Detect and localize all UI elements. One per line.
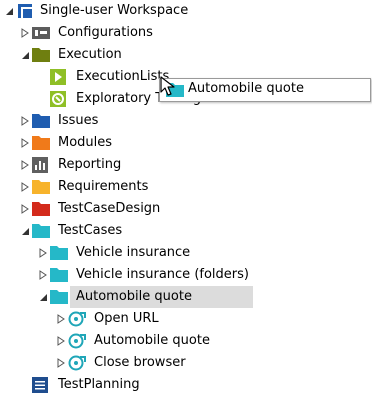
- tree-node-automobile-quote-step[interactable]: Automobile quote: [0, 330, 372, 352]
- tree-node-label: Reporting: [58, 157, 122, 172]
- tree-node-testplanning[interactable]: TestPlanning: [0, 374, 372, 396]
- tree-node-label: Vehicle insurance (folders): [76, 267, 249, 282]
- workspace-tree: Single-user Workspace Configurations Exe…: [0, 0, 372, 396]
- testplanning-icon: [32, 377, 48, 393]
- tree-node-label: Vehicle insurance: [76, 245, 191, 260]
- folder-icon: [50, 268, 68, 282]
- chevron-expanded-icon[interactable]: [4, 6, 14, 16]
- tree-node-reporting[interactable]: Reporting: [0, 154, 372, 176]
- folder-icon: [32, 48, 50, 62]
- chevron-right-icon[interactable]: [20, 204, 30, 214]
- chevron-right-icon[interactable]: [20, 138, 30, 148]
- chevron-expanded-icon[interactable]: [38, 292, 48, 302]
- tree-node-label: Issues: [58, 113, 99, 128]
- tree-node-label: TestCaseDesign: [58, 201, 161, 216]
- chevron-right-icon[interactable]: [38, 270, 48, 280]
- testcase-icon: [68, 355, 86, 371]
- folder-icon: [32, 224, 50, 238]
- folder-icon: [32, 136, 50, 150]
- folder-icon: [50, 246, 68, 260]
- folder-icon: [32, 180, 50, 194]
- tree-node-close-browser[interactable]: Close browser: [0, 352, 372, 374]
- tree-node-automobile-quote[interactable]: Automobile quote: [0, 286, 372, 308]
- tree-node-workspace[interactable]: Single-user Workspace: [0, 0, 372, 22]
- tree-node-testcases[interactable]: TestCases: [0, 220, 372, 242]
- configurations-icon: [32, 27, 50, 39]
- chevron-right-icon[interactable]: [20, 160, 30, 170]
- exploratory-testing-icon: [50, 91, 66, 107]
- chevron-expanded-icon[interactable]: [20, 50, 30, 60]
- tree-node-label: Automobile quote: [94, 333, 210, 348]
- tree-node-testcasedesign[interactable]: TestCaseDesign: [0, 198, 372, 220]
- chevron-right-icon[interactable]: [56, 314, 66, 324]
- execution-list-icon: [50, 69, 66, 85]
- tree-node-configurations[interactable]: Configurations: [0, 22, 372, 44]
- tree-node-vehicle-insurance-folders[interactable]: Vehicle insurance (folders): [0, 264, 372, 286]
- tree-node-label: TestPlanning: [58, 377, 140, 392]
- mouse-cursor-icon: [160, 76, 175, 96]
- chevron-right-icon[interactable]: [56, 336, 66, 346]
- chevron-right-icon[interactable]: [38, 248, 48, 258]
- reporting-icon: [32, 157, 48, 173]
- testcase-icon: [68, 311, 86, 327]
- testcase-icon: [68, 333, 86, 349]
- tree-node-label: Configurations: [58, 25, 153, 40]
- tree-node-execution[interactable]: Execution: [0, 44, 372, 66]
- folder-icon: [50, 290, 68, 304]
- tree-node-label: Requirements: [58, 179, 149, 194]
- tree-node-label: TestCases: [58, 223, 123, 238]
- folder-icon: [32, 114, 50, 128]
- drag-preview: Automobile quote: [159, 78, 371, 102]
- tree-node-label: Automobile quote: [76, 289, 192, 304]
- tree-node-issues[interactable]: Issues: [0, 110, 372, 132]
- tree-node-open-url[interactable]: Open URL: [0, 308, 372, 330]
- tree-node-label: Close browser: [94, 355, 186, 370]
- workspace-icon: [18, 4, 32, 18]
- tree-node-vehicle-insurance[interactable]: Vehicle insurance: [0, 242, 372, 264]
- tree-node-label: Modules: [58, 135, 113, 150]
- chevron-right-icon[interactable]: [20, 182, 30, 192]
- folder-icon: [32, 202, 50, 216]
- tree-node-label: ExecutionLists: [76, 69, 170, 84]
- tree-node-modules[interactable]: Modules: [0, 132, 372, 154]
- chevron-right-icon[interactable]: [56, 358, 66, 368]
- chevron-right-icon[interactable]: [20, 116, 30, 126]
- tree-node-label: Execution: [58, 47, 122, 62]
- chevron-expanded-icon[interactable]: [20, 226, 30, 236]
- tree-node-label: Single-user Workspace: [40, 3, 189, 18]
- chevron-right-icon[interactable]: [20, 28, 30, 38]
- drag-preview-label: Automobile quote: [188, 81, 304, 96]
- tree-node-requirements[interactable]: Requirements: [0, 176, 372, 198]
- tree-node-label: Open URL: [94, 311, 159, 326]
